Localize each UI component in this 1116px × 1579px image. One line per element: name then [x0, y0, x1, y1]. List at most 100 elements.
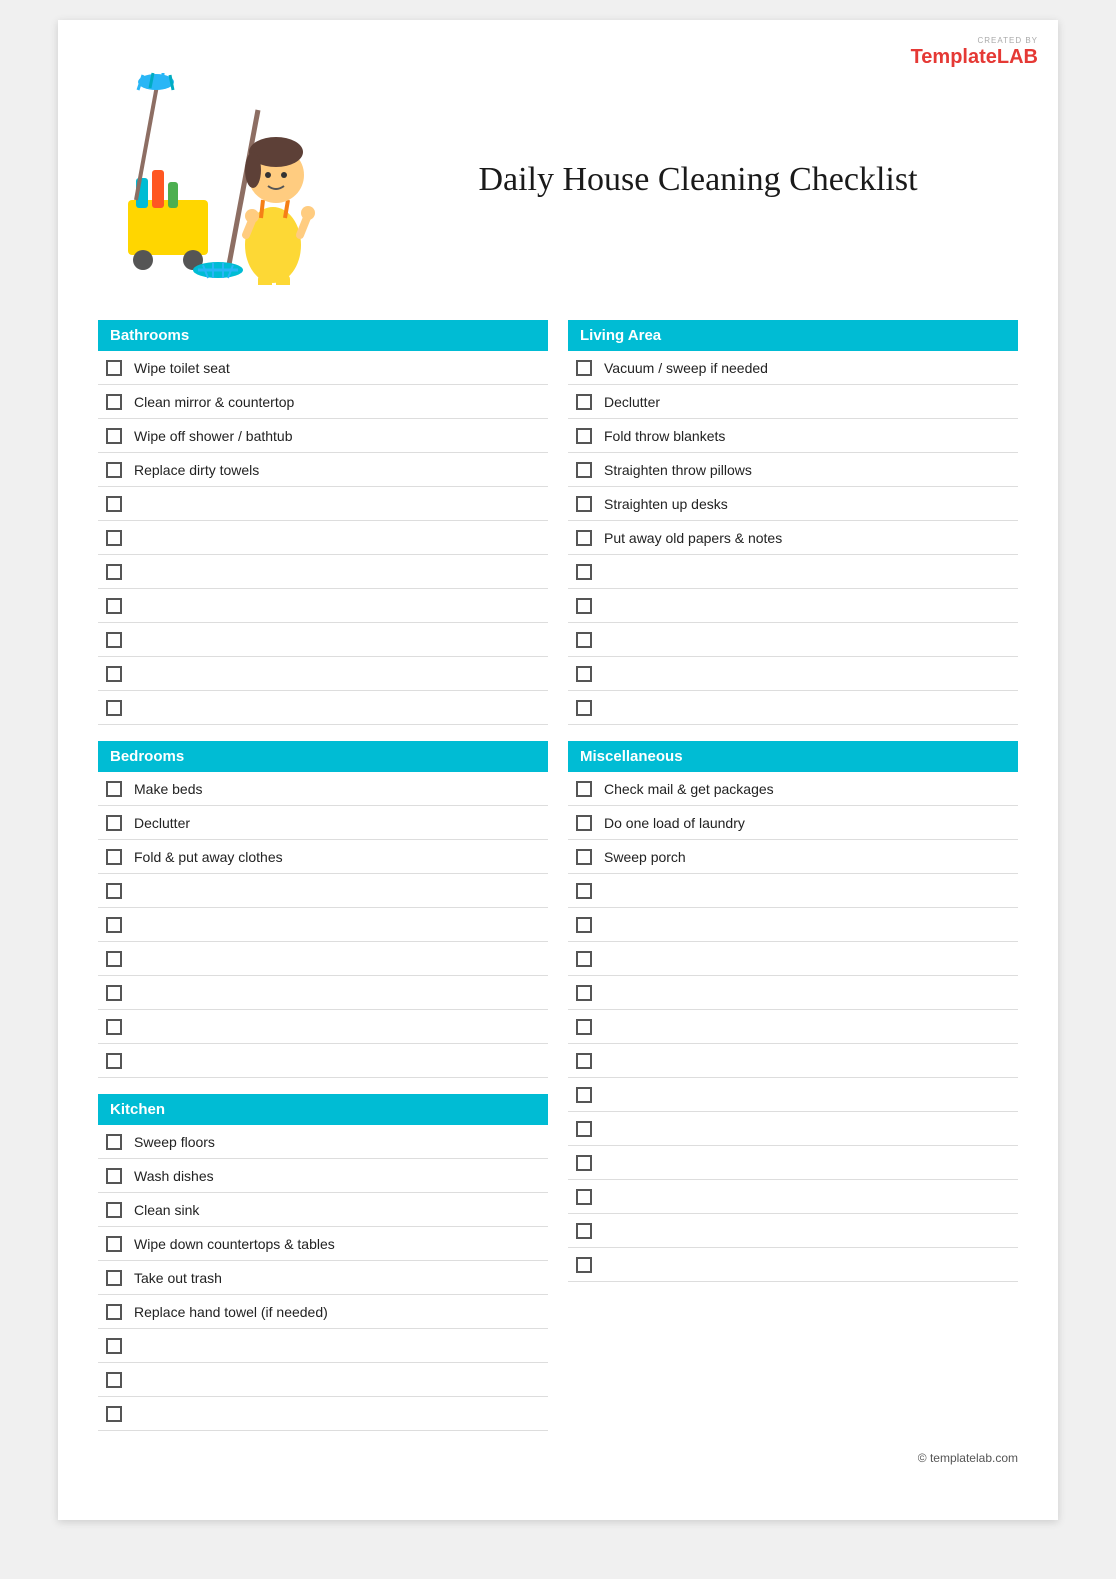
list-item: Wipe down countertops & tables: [98, 1227, 548, 1261]
checkbox[interactable]: [576, 360, 592, 376]
checkbox[interactable]: [106, 985, 122, 1001]
checkbox[interactable]: [576, 564, 592, 580]
item-text: Replace hand towel (if needed): [134, 1304, 328, 1320]
item-text: Fold & put away clothes: [134, 849, 283, 865]
checkbox[interactable]: [576, 530, 592, 546]
item-text: Replace dirty towels: [134, 462, 259, 478]
checkbox[interactable]: [576, 428, 592, 444]
checkbox[interactable]: [106, 849, 122, 865]
checkbox[interactable]: [106, 1338, 122, 1354]
list-item: [568, 555, 1018, 589]
checkbox[interactable]: [576, 985, 592, 1001]
item-text: [604, 1189, 608, 1205]
checkbox[interactable]: [106, 1202, 122, 1218]
checkbox[interactable]: [106, 394, 122, 410]
checkbox[interactable]: [106, 1406, 122, 1422]
item-text: [604, 632, 608, 648]
checkbox[interactable]: [106, 1134, 122, 1150]
checkbox[interactable]: [106, 917, 122, 933]
checkbox[interactable]: [106, 1270, 122, 1286]
checkbox[interactable]: [576, 700, 592, 716]
checkbox[interactable]: [106, 1019, 122, 1035]
item-text: Wash dishes: [134, 1168, 214, 1184]
list-item: [98, 976, 548, 1010]
item-text: Sweep floors: [134, 1134, 215, 1150]
list-item: [568, 1214, 1018, 1248]
list-item: Replace dirty towels: [98, 453, 548, 487]
checkbox[interactable]: [106, 1168, 122, 1184]
checkbox[interactable]: [106, 598, 122, 614]
checkbox[interactable]: [576, 1257, 592, 1273]
list-item: [568, 1180, 1018, 1214]
checkbox[interactable]: [106, 815, 122, 831]
checkbox[interactable]: [106, 496, 122, 512]
checkbox[interactable]: [106, 781, 122, 797]
item-text: Check mail & get packages: [604, 781, 774, 797]
checkbox[interactable]: [576, 781, 592, 797]
section-kitchen: Kitchen Sweep floorsWash dishesClean sin…: [98, 1094, 548, 1431]
checkbox[interactable]: [576, 849, 592, 865]
checkbox[interactable]: [106, 666, 122, 682]
list-item: Replace hand towel (if needed): [98, 1295, 548, 1329]
list-item: Wipe off shower / bathtub: [98, 419, 548, 453]
brand-name: TemplateLAB: [911, 46, 1038, 68]
list-item: [98, 623, 548, 657]
checkbox[interactable]: [106, 564, 122, 580]
checkbox[interactable]: [576, 1155, 592, 1171]
item-text: [604, 598, 608, 614]
item-text: [604, 666, 608, 682]
list-item: [568, 1010, 1018, 1044]
brand-lab: LAB: [997, 46, 1038, 68]
left-column: Bathrooms Wipe toilet seatClean mirror &…: [98, 320, 548, 1431]
checkbox[interactable]: [106, 1372, 122, 1388]
section-bathrooms: Bathrooms Wipe toilet seatClean mirror &…: [98, 320, 548, 725]
item-text: [604, 700, 608, 716]
list-item: Put away old papers & notes: [568, 521, 1018, 555]
checkbox[interactable]: [576, 1121, 592, 1137]
checkbox[interactable]: [106, 1053, 122, 1069]
list-item: [98, 487, 548, 521]
checkbox[interactable]: [106, 883, 122, 899]
checkbox[interactable]: [576, 666, 592, 682]
checkbox[interactable]: [576, 883, 592, 899]
list-item: [568, 623, 1018, 657]
item-text: [134, 632, 138, 648]
list-item: Vacuum / sweep if needed: [568, 351, 1018, 385]
checkbox[interactable]: [576, 394, 592, 410]
item-text: [134, 564, 138, 580]
checkbox[interactable]: [576, 632, 592, 648]
checkbox[interactable]: [576, 462, 592, 478]
checkbox[interactable]: [576, 598, 592, 614]
checkbox[interactable]: [576, 496, 592, 512]
footer: © templatelab.com: [98, 1451, 1018, 1465]
checkbox[interactable]: [576, 951, 592, 967]
item-text: Take out trash: [134, 1270, 222, 1286]
item-text: [134, 951, 138, 967]
list-item: Fold & put away clothes: [98, 840, 548, 874]
illustration: [98, 70, 358, 290]
list-item: [98, 908, 548, 942]
bathrooms-items: Wipe toilet seatClean mirror & counterto…: [98, 351, 548, 725]
checkbox[interactable]: [106, 700, 122, 716]
list-item: [568, 589, 1018, 623]
bedrooms-items: Make bedsDeclutterFold & put away clothe…: [98, 772, 548, 1078]
list-item: Straighten up desks: [568, 487, 1018, 521]
item-text: [604, 951, 608, 967]
checkbox[interactable]: [106, 530, 122, 546]
checkbox[interactable]: [576, 815, 592, 831]
checkbox[interactable]: [106, 462, 122, 478]
checkbox[interactable]: [106, 632, 122, 648]
checkbox[interactable]: [576, 1087, 592, 1103]
checkbox[interactable]: [576, 917, 592, 933]
checkbox[interactable]: [106, 360, 122, 376]
checkbox[interactable]: [106, 1304, 122, 1320]
list-item: [568, 1146, 1018, 1180]
checkbox[interactable]: [576, 1019, 592, 1035]
checkbox[interactable]: [106, 1236, 122, 1252]
checkbox[interactable]: [576, 1189, 592, 1205]
list-item: [98, 589, 548, 623]
checkbox[interactable]: [106, 951, 122, 967]
checkbox[interactable]: [106, 428, 122, 444]
checkbox[interactable]: [576, 1223, 592, 1239]
checkbox[interactable]: [576, 1053, 592, 1069]
